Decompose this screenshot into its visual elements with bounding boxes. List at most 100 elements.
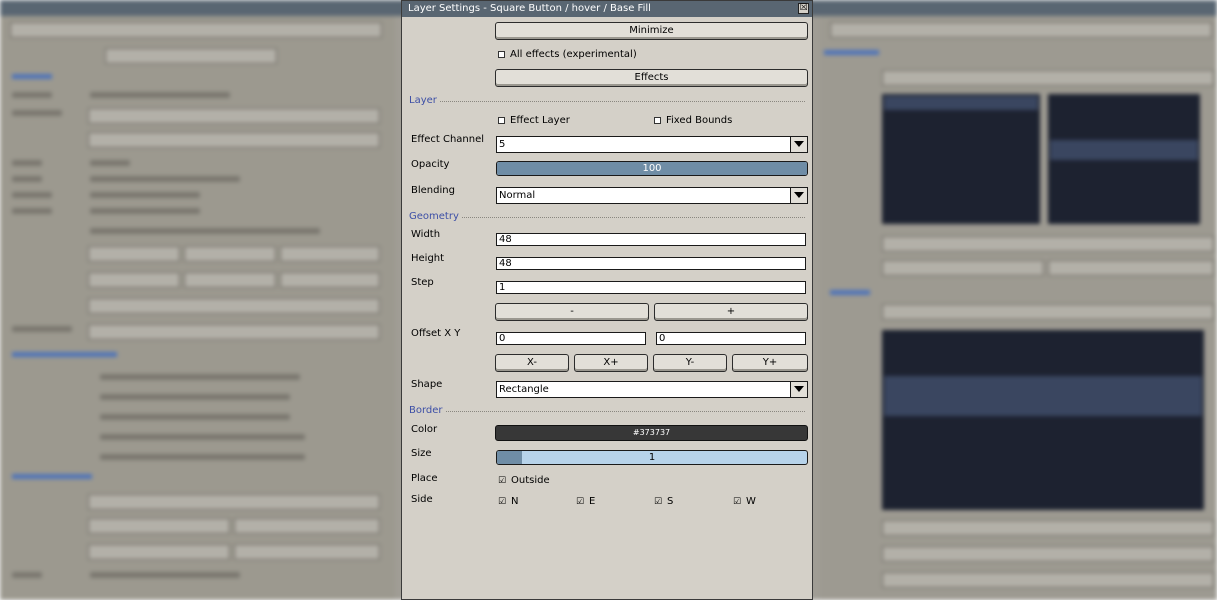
blending-label: Blending <box>411 185 455 196</box>
dropdown-arrow-icon[interactable] <box>790 188 807 203</box>
outside-checkbox[interactable]: ☑ Outside <box>498 475 550 487</box>
shape-select[interactable]: Rectangle <box>496 381 808 398</box>
background-line <box>100 454 305 460</box>
opacity-slider[interactable]: 100 <box>496 161 808 176</box>
dropdown-arrow-icon[interactable] <box>790 137 807 152</box>
fixed-bounds-checkbox[interactable]: Fixed Bounds <box>654 115 732 127</box>
height-label: Height <box>411 253 445 264</box>
background-heading <box>12 74 52 79</box>
background-line <box>12 176 42 182</box>
side-e-label: E <box>589 496 596 507</box>
dialog-title: Layer Settings - Square Button / hover /… <box>408 3 651 14</box>
all-effects-checkbox[interactable]: All effects (experimental) <box>498 49 637 61</box>
background-bar <box>184 272 276 288</box>
effect-channel-value: 5 <box>499 139 506 150</box>
border-section-header: Border <box>409 405 805 417</box>
checkbox-box-icon <box>498 51 505 58</box>
checkmark-icon: ☑ <box>576 497 585 507</box>
effect-channel-label: Effect Channel <box>411 134 485 145</box>
close-icon[interactable]: ☒ <box>798 3 809 14</box>
background-bar <box>88 272 180 288</box>
checkmark-icon: ☑ <box>498 476 507 486</box>
section-divider <box>409 411 805 412</box>
background-bar <box>105 48 277 64</box>
y-plus-button[interactable]: Y+ <box>732 354 808 372</box>
background-line <box>100 434 305 440</box>
background-bar <box>88 132 380 148</box>
background-tree <box>882 330 1204 510</box>
step-plus-button[interactable]: + <box>654 303 808 321</box>
background-bar <box>88 298 380 314</box>
background-bar <box>1048 260 1214 276</box>
background-list <box>882 94 1040 224</box>
dropdown-arrow-icon[interactable] <box>790 382 807 397</box>
border-size-value: 1 <box>648 452 656 463</box>
background-line <box>12 160 42 166</box>
background-line <box>100 374 300 380</box>
checkmark-icon: ☑ <box>498 497 507 507</box>
shape-label: Shape <box>411 379 443 390</box>
background-bar <box>882 546 1214 562</box>
background-bar <box>88 246 180 262</box>
width-label: Width <box>411 229 441 240</box>
opacity-label: Opacity <box>411 159 450 170</box>
width-input[interactable]: 48 <box>496 233 806 246</box>
x-plus-button[interactable]: X+ <box>574 354 648 372</box>
step-minus-button[interactable]: - <box>495 303 649 321</box>
border-size-slider[interactable]: 1 <box>496 450 808 465</box>
background-line <box>90 228 320 234</box>
effects-button[interactable]: Effects <box>495 69 808 87</box>
height-input[interactable]: 48 <box>496 257 806 270</box>
checkmark-icon: ☑ <box>654 497 663 507</box>
background-line <box>12 110 62 116</box>
background-line <box>90 160 130 166</box>
side-s-label: S <box>667 496 674 507</box>
side-e-checkbox[interactable]: ☑ E <box>576 496 595 508</box>
background-line <box>12 572 42 578</box>
background-line <box>90 572 240 578</box>
background-line <box>100 394 290 400</box>
outside-label: Outside <box>511 475 550 486</box>
blending-select[interactable]: Normal <box>496 187 808 204</box>
background-bar <box>184 246 276 262</box>
background-line <box>90 176 240 182</box>
background-line <box>90 192 200 198</box>
background-line <box>100 414 290 420</box>
background-bar <box>882 260 1044 276</box>
background-bar <box>88 324 380 340</box>
opacity-value: 100 <box>642 163 662 174</box>
background-bar <box>280 246 380 262</box>
effect-channel-select[interactable]: 5 <box>496 136 808 153</box>
background-bar <box>882 236 1214 252</box>
background-bar <box>234 518 380 534</box>
background-bar <box>88 518 230 534</box>
background-right-panel <box>820 0 1217 600</box>
section-divider <box>409 217 805 218</box>
side-n-checkbox[interactable]: ☑ N <box>498 496 518 508</box>
step-label: Step <box>411 277 434 288</box>
background-bar <box>10 22 382 38</box>
border-section-label: Border <box>409 405 445 417</box>
background-bar <box>882 70 1214 86</box>
border-size-label: Size <box>411 448 432 459</box>
offset-y-input[interactable]: 0 <box>656 332 806 345</box>
shape-value: Rectangle <box>499 384 549 395</box>
side-s-checkbox[interactable]: ☑ S <box>654 496 673 508</box>
background-tree-row <box>884 376 1202 416</box>
all-effects-label: All effects (experimental) <box>510 49 637 60</box>
background-bar <box>882 520 1214 536</box>
effect-layer-checkbox[interactable]: Effect Layer <box>498 115 570 127</box>
offset-x-input[interactable]: 0 <box>496 332 646 345</box>
background-heading <box>830 290 870 295</box>
checkbox-box-icon <box>498 117 505 124</box>
side-w-checkbox[interactable]: ☑ W <box>733 496 756 508</box>
border-color-swatch[interactable]: #373737 <box>495 425 808 441</box>
background-line <box>12 192 52 198</box>
background-bar <box>88 544 230 560</box>
minimize-button[interactable]: Minimize <box>495 22 808 40</box>
step-input[interactable]: 1 <box>496 281 806 294</box>
dialog-titlebar[interactable]: Layer Settings - Square Button / hover /… <box>402 1 812 17</box>
section-divider <box>409 101 805 102</box>
x-minus-button[interactable]: X- <box>495 354 569 372</box>
y-minus-button[interactable]: Y- <box>653 354 727 372</box>
